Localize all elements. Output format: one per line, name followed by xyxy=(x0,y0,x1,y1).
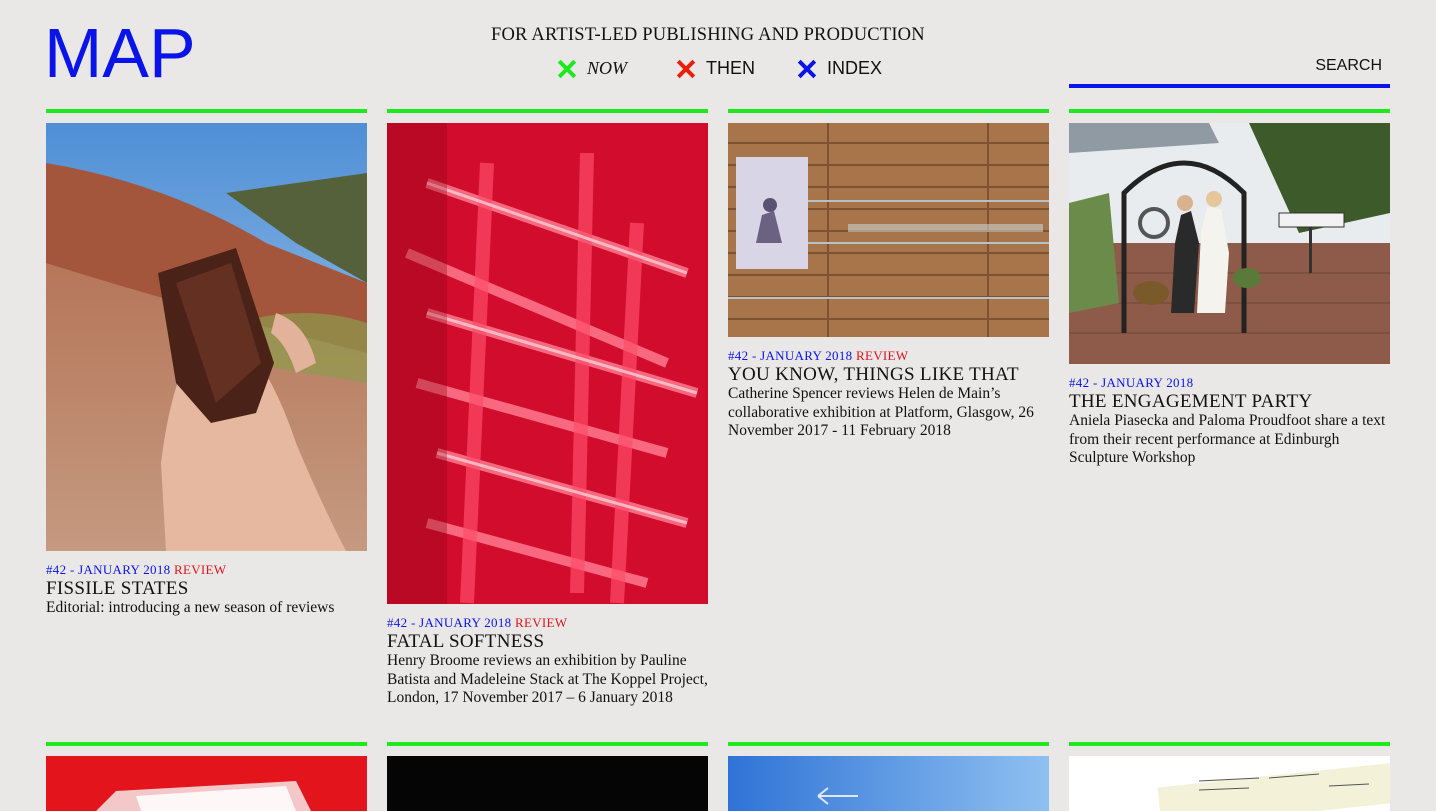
nav-label: NOW xyxy=(587,58,627,78)
article-image[interactable] xyxy=(46,756,367,811)
article-card-fissile-states[interactable]: #42 - JANUARY 2018 REVIEW FISSILE STATES… xyxy=(46,109,367,618)
nav-label: THEN xyxy=(706,58,755,78)
article-image[interactable] xyxy=(1069,123,1390,364)
article-meta: #42 - JANUARY 2018 REVIEW xyxy=(728,347,1049,364)
article-card-you-know[interactable]: #42 - JANUARY 2018 REVIEW YOU KNOW, THIN… xyxy=(728,109,1049,441)
card-divider xyxy=(387,742,708,746)
search-label: SEARCH xyxy=(1315,57,1382,74)
article-card-fatal-softness[interactable]: #42 - JANUARY 2018 REVIEW FATAL SOFTNESS… xyxy=(387,109,708,708)
x-icon xyxy=(557,59,577,79)
article-image[interactable] xyxy=(728,123,1049,337)
article-issue[interactable]: #42 - JANUARY 2018 xyxy=(387,615,511,630)
article-description: Henry Broome reviews an exhibition by Pa… xyxy=(387,652,708,706)
article-image[interactable] xyxy=(46,123,367,551)
nav-item-index[interactable]: INDEX xyxy=(797,58,882,79)
article-title[interactable]: THE ENGAGEMENT PARTY xyxy=(1069,391,1390,412)
nav-label: INDEX xyxy=(827,58,883,78)
card-divider xyxy=(46,109,367,113)
article-meta: #42 - JANUARY 2018 REVIEW xyxy=(387,614,708,631)
nav-item-then[interactable]: THEN xyxy=(676,58,755,79)
x-icon xyxy=(676,59,696,79)
article-category[interactable]: REVIEW xyxy=(174,562,226,577)
nav-item-now[interactable]: NOW xyxy=(557,58,627,79)
article-title[interactable]: YOU KNOW, THINGS LIKE THAT xyxy=(728,364,1049,385)
article-image[interactable] xyxy=(387,756,708,811)
article-meta: #42 - JANUARY 2018 REVIEW xyxy=(46,561,367,578)
card-divider xyxy=(1069,109,1390,113)
x-icon xyxy=(797,59,817,79)
article-card-row2-1[interactable] xyxy=(46,742,367,811)
card-divider xyxy=(46,742,367,746)
article-issue[interactable]: #42 - JANUARY 2018 xyxy=(46,562,170,577)
article-image[interactable] xyxy=(728,756,1049,811)
article-card-engagement-party[interactable]: #42 - JANUARY 2018 THE ENGAGEMENT PARTY … xyxy=(1069,109,1390,468)
article-category[interactable]: REVIEW xyxy=(515,615,567,630)
card-divider xyxy=(387,109,708,113)
article-category[interactable]: REVIEW xyxy=(856,348,908,363)
article-description: Catherine Spencer reviews Helen de Main’… xyxy=(728,385,1034,439)
card-divider xyxy=(1069,742,1390,746)
article-image[interactable] xyxy=(387,123,708,604)
site-tagline: FOR ARTIST-LED PUBLISHING AND PRODUCTION xyxy=(491,25,925,45)
article-card-row2-2[interactable] xyxy=(387,742,708,811)
card-divider xyxy=(728,109,1049,113)
article-issue[interactable]: #42 - JANUARY 2018 xyxy=(1069,375,1193,390)
article-title[interactable]: FISSILE STATES xyxy=(46,578,367,599)
article-title[interactable]: FATAL SOFTNESS xyxy=(387,631,708,652)
search-input[interactable]: SEARCH xyxy=(1069,54,1390,88)
article-image[interactable] xyxy=(1069,756,1390,811)
article-description: Editorial: introducing a new season of r… xyxy=(46,599,335,616)
article-description: Aniela Piasecka and Paloma Proudfoot sha… xyxy=(1069,412,1386,466)
card-divider xyxy=(728,742,1049,746)
article-meta: #42 - JANUARY 2018 xyxy=(1069,374,1390,391)
site-logo[interactable]: MAP xyxy=(44,14,196,92)
article-card-row2-4[interactable] xyxy=(1069,742,1390,811)
article-issue[interactable]: #42 - JANUARY 2018 xyxy=(728,348,852,363)
article-card-row2-3[interactable] xyxy=(728,742,1049,811)
